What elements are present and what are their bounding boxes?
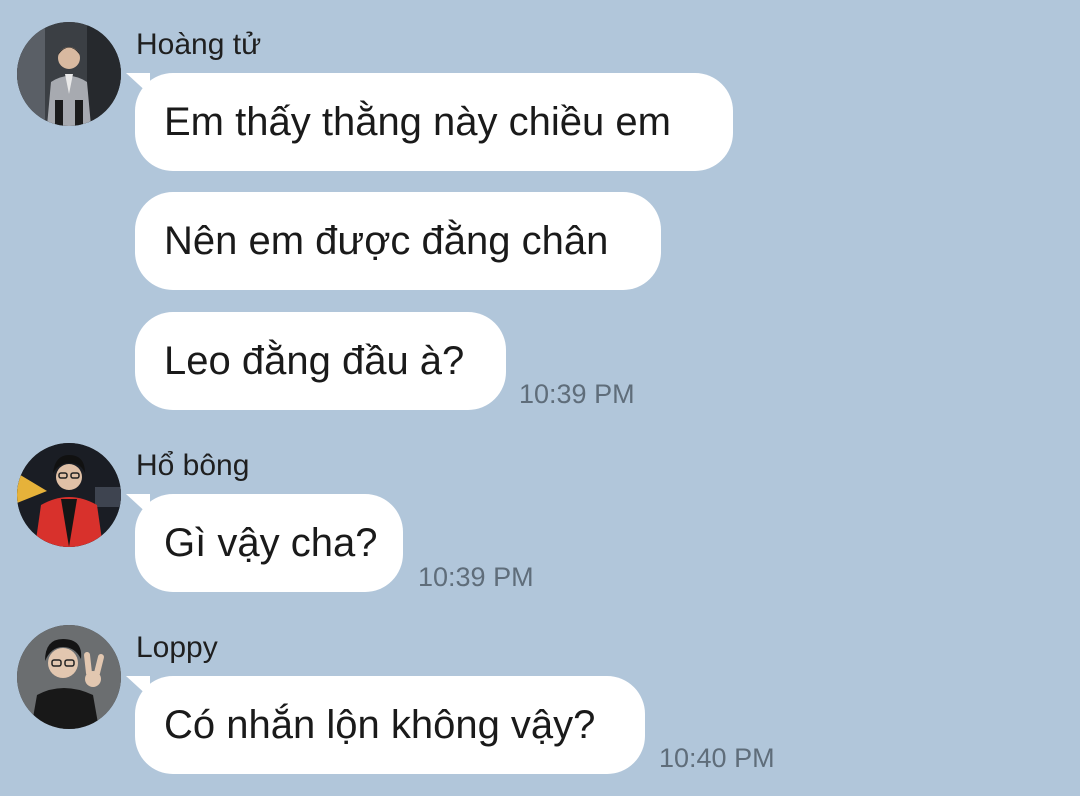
- avatar-red-jacket-icon: [17, 443, 121, 547]
- sender-avatar[interactable]: [17, 625, 121, 729]
- message-bubble[interactable]: Leo đằng đầu à?: [135, 312, 506, 410]
- message-timestamp: 10:39 PM: [418, 562, 534, 592]
- sender-name: Hoàng tử: [136, 28, 262, 61]
- sender-avatar[interactable]: [17, 22, 121, 126]
- message-bubble[interactable]: Nên em được đằng chân: [135, 192, 661, 290]
- message-timestamp: 10:40 PM: [659, 743, 775, 773]
- avatar-peace-sign-icon: [17, 625, 121, 729]
- message-bubble[interactable]: Gì vậy cha?: [135, 494, 403, 592]
- sender-avatar[interactable]: [17, 443, 121, 547]
- sender-name: Loppy: [136, 631, 218, 664]
- message-bubble[interactable]: Em thấy thằng này chiều em: [135, 73, 733, 171]
- message-bubble[interactable]: Có nhắn lộn không vậy?: [135, 676, 645, 774]
- avatar-man-in-suit-icon: [17, 22, 121, 126]
- sender-name: Hổ bông: [136, 449, 250, 482]
- message-timestamp: 10:39 PM: [519, 379, 635, 409]
